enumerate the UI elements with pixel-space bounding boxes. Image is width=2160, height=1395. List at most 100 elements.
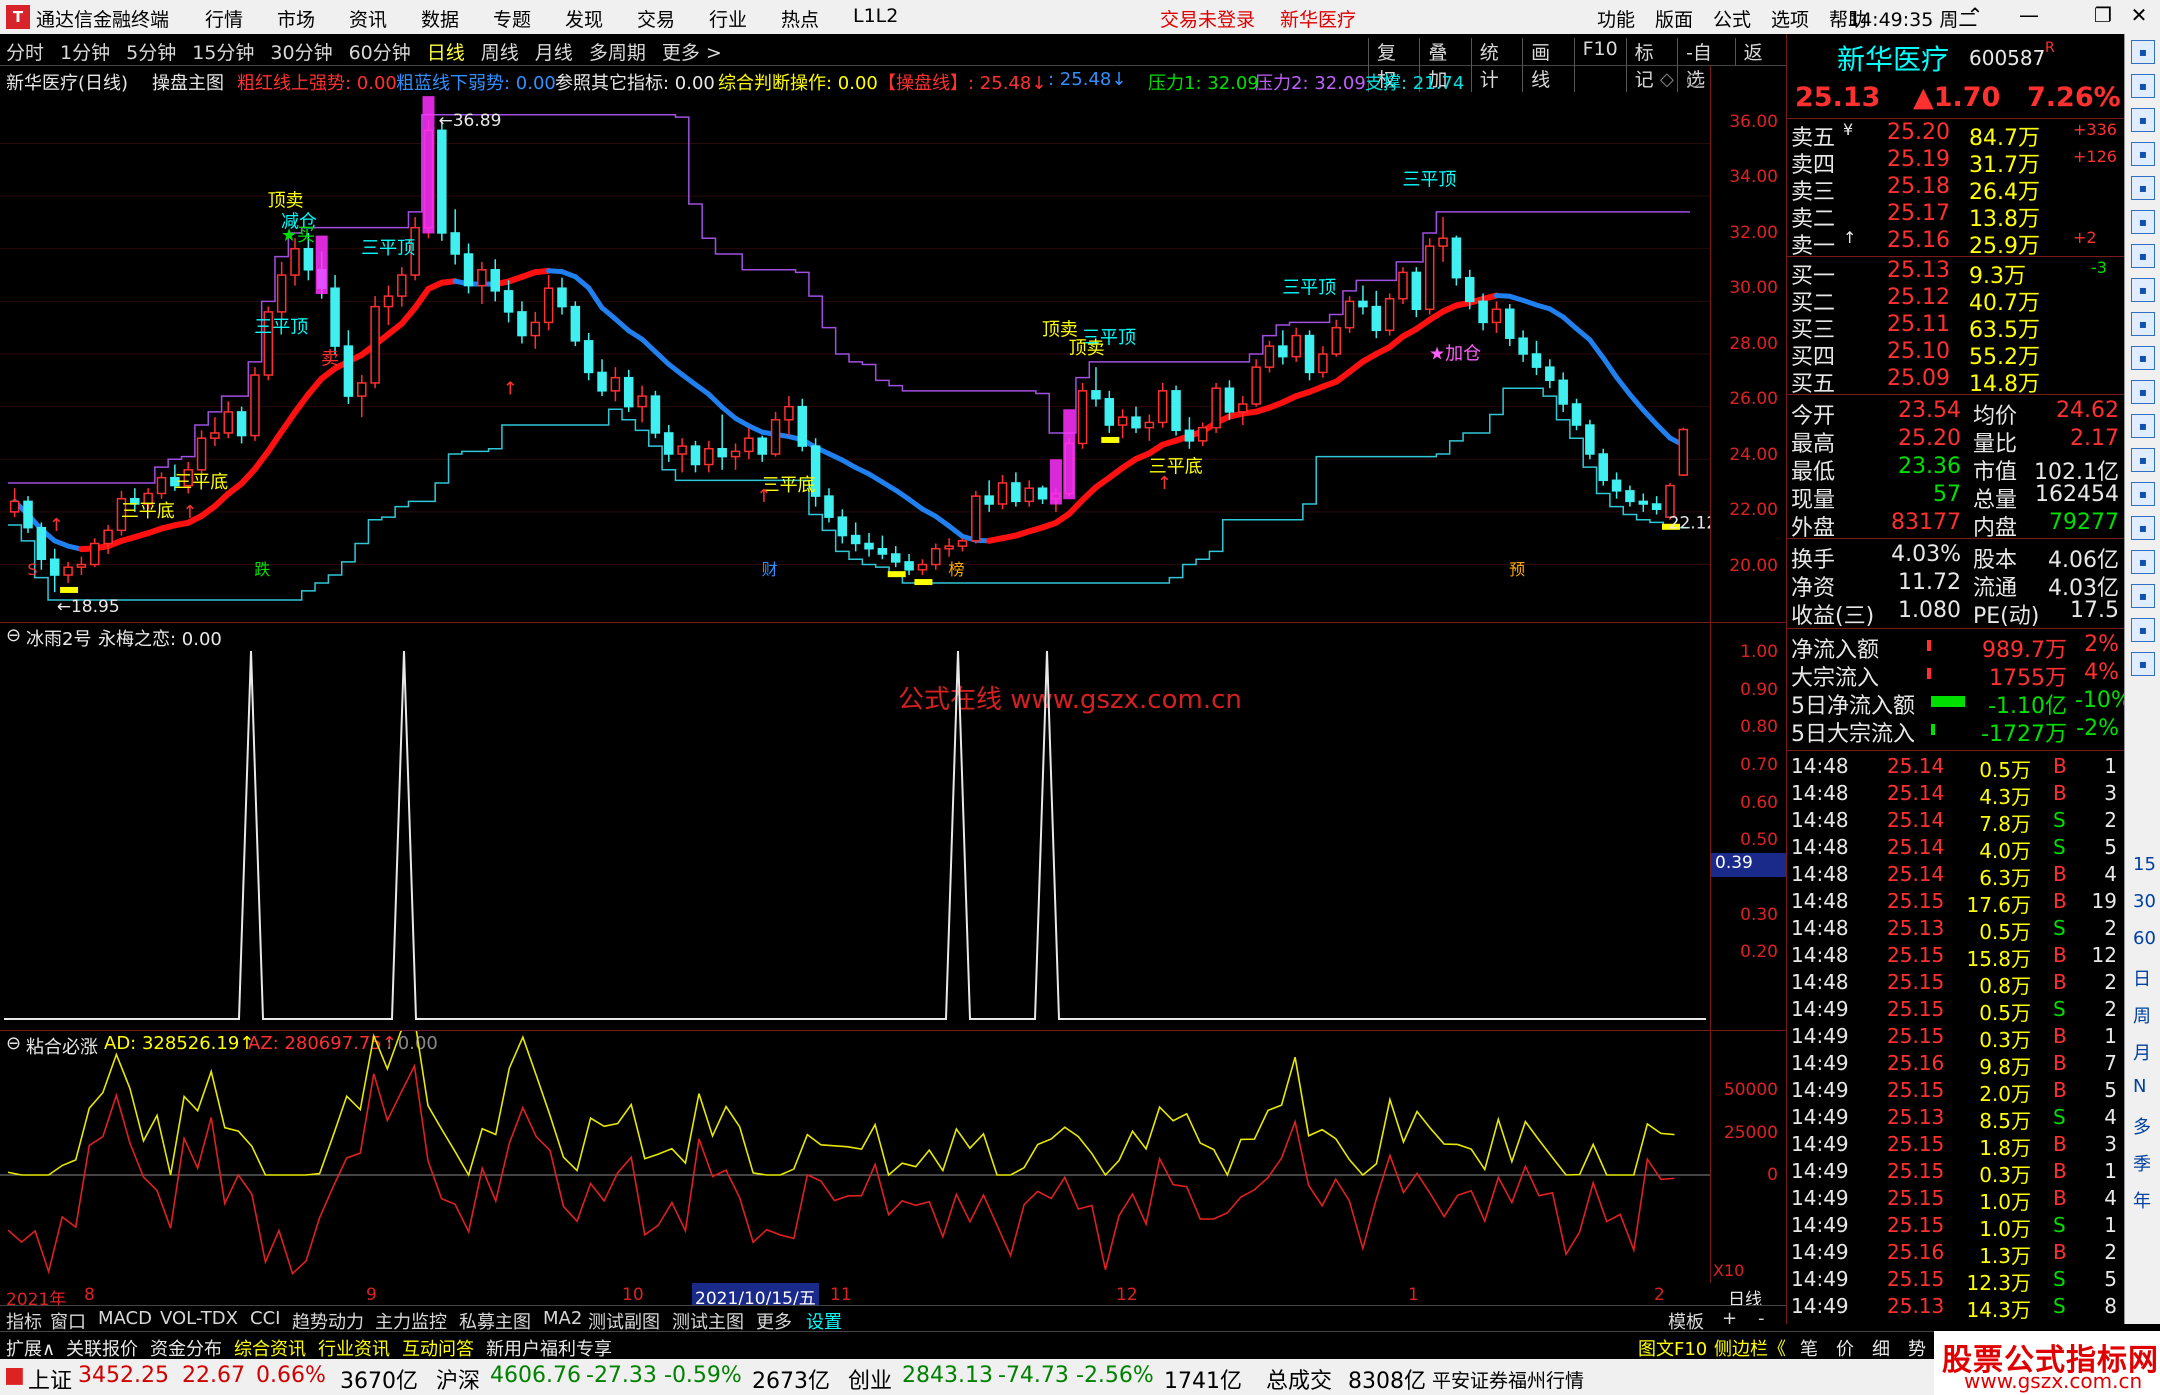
candle[interactable] bbox=[1491, 301, 1502, 333]
menu-l1l2[interactable]: L1L2 bbox=[853, 5, 925, 32]
ask-row[interactable]: 卖五 ¥25.20 84.7万 +336 bbox=[1791, 120, 2121, 151]
candle[interactable] bbox=[610, 367, 621, 402]
ask-row[interactable]: 卖四 25.19 31.7万 +126 bbox=[1791, 147, 2121, 178]
sidebar-period-label[interactable]: 周 bbox=[2133, 1002, 2151, 1028]
candle[interactable] bbox=[570, 301, 581, 347]
candle[interactable] bbox=[397, 267, 407, 307]
candle[interactable] bbox=[437, 122, 447, 241]
candle[interactable] bbox=[1011, 472, 1021, 507]
tick-row[interactable]: 14:49 25.15 2.0万 B 5 bbox=[1791, 1078, 2121, 1106]
candle[interactable] bbox=[23, 496, 33, 533]
tab-5min[interactable]: 5分钟 bbox=[126, 38, 176, 65]
candle[interactable] bbox=[49, 548, 60, 593]
tab-qa[interactable]: 互动问答 bbox=[402, 1335, 474, 1361]
candle[interactable] bbox=[1278, 330, 1288, 365]
candle[interactable] bbox=[76, 556, 87, 576]
zoom-out-icon[interactable]: ▪ bbox=[2131, 448, 2155, 472]
candle[interactable] bbox=[984, 480, 994, 512]
candle[interactable] bbox=[196, 430, 207, 476]
sh-name[interactable]: 上证 bbox=[28, 1363, 72, 1395]
candle[interactable] bbox=[103, 525, 113, 554]
candle[interactable] bbox=[1117, 409, 1128, 439]
candle[interactable] bbox=[744, 427, 754, 460]
candle[interactable] bbox=[917, 559, 928, 576]
menu-function[interactable]: 功能 bbox=[1597, 5, 1655, 32]
tab-intraday[interactable]: 分时 bbox=[6, 38, 44, 65]
candle[interactable] bbox=[490, 259, 501, 302]
tick-row[interactable]: 14:49 25.15 0.3万 B 1 bbox=[1791, 1024, 2121, 1052]
ask-row[interactable]: 卖二 25.17 13.8万 bbox=[1791, 201, 2121, 232]
candle[interactable] bbox=[1558, 372, 1568, 412]
candle[interactable] bbox=[1144, 414, 1155, 441]
tab-fund-distribution[interactable]: 资金分布 bbox=[150, 1335, 222, 1361]
tick-row[interactable]: 14:48 25.14 4.3万 B 3 bbox=[1791, 781, 2121, 809]
tab-more[interactable]: 更多 > bbox=[662, 38, 722, 65]
rsi-icon[interactable]: ▪ bbox=[2131, 516, 2155, 540]
candle[interactable] bbox=[730, 443, 741, 470]
candle[interactable] bbox=[330, 275, 340, 354]
candle[interactable] bbox=[1037, 485, 1048, 504]
candle[interactable] bbox=[824, 488, 834, 523]
close-icon[interactable]: ✕ bbox=[2122, 3, 2156, 31]
indicator-name[interactable]: 操盘主图 bbox=[152, 69, 224, 95]
tick-row[interactable]: 14:49 25.15 0.3万 B 1 bbox=[1791, 1159, 2121, 1187]
candle[interactable] bbox=[1678, 427, 1689, 477]
tab-tick[interactable]: 笔 bbox=[1800, 1335, 1818, 1361]
tab-related-quotes[interactable]: 关联报价 bbox=[66, 1335, 138, 1361]
settings-icon[interactable]: ▪ bbox=[2131, 210, 2155, 234]
menu-news[interactable]: 资讯 bbox=[349, 5, 421, 32]
tick-row[interactable]: 14:49 25.15 1.0万 S 1 bbox=[1791, 1213, 2121, 1241]
diamond-icon[interactable]: ◇ bbox=[1660, 69, 1674, 90]
candle[interactable] bbox=[1638, 493, 1649, 512]
candle[interactable] bbox=[450, 209, 460, 265]
candle[interactable] bbox=[1238, 396, 1248, 426]
zoom-in-icon[interactable]: ▪ bbox=[2131, 414, 2155, 438]
tab-expand[interactable]: 扩展∧ bbox=[6, 1335, 55, 1361]
candle[interactable] bbox=[770, 411, 781, 457]
tab-new-user[interactable]: 新用户福利专享 bbox=[486, 1335, 612, 1361]
candle[interactable] bbox=[690, 440, 701, 473]
minimize-icon[interactable]: — bbox=[2012, 3, 2046, 31]
tab-detail[interactable]: 细 bbox=[1872, 1335, 1890, 1361]
tab-f10[interactable]: 图文F10 bbox=[1638, 1335, 1707, 1361]
candle[interactable] bbox=[957, 538, 968, 552]
collapse-icon[interactable]: ○ bbox=[1686, 69, 1702, 90]
candle[interactable] bbox=[1104, 390, 1115, 433]
f10-icon[interactable]: ▪ bbox=[2131, 312, 2155, 336]
candle[interactable] bbox=[90, 538, 100, 568]
candle[interactable] bbox=[250, 367, 260, 441]
menu-industry[interactable]: 行业 bbox=[709, 5, 781, 32]
tab-sidebar[interactable]: 侧边栏《 bbox=[1714, 1335, 1786, 1361]
candle[interactable] bbox=[1424, 238, 1435, 315]
tick-row[interactable]: 14:48 25.14 0.5万 B 1 bbox=[1791, 754, 2121, 782]
menu-data[interactable]: 数据 bbox=[421, 5, 493, 32]
candle[interactable] bbox=[36, 522, 47, 570]
list-icon[interactable]: ▪ bbox=[2131, 346, 2155, 370]
candle[interactable] bbox=[864, 532, 874, 557]
candle[interactable] bbox=[1131, 406, 1141, 433]
tab-ma2[interactable]: MA2 bbox=[543, 1308, 582, 1329]
tab-1min[interactable]: 1分钟 bbox=[60, 38, 110, 65]
tab-15min[interactable]: 15分钟 bbox=[192, 38, 254, 65]
tick-row[interactable]: 14:49 25.13 8.5万 S 4 bbox=[1791, 1105, 2121, 1133]
menu-quotes[interactable]: 行情 bbox=[205, 5, 277, 32]
sidebar-period-label[interactable]: 多 bbox=[2133, 1113, 2151, 1139]
candle[interactable] bbox=[850, 522, 861, 552]
candle[interactable] bbox=[543, 275, 554, 331]
candle[interactable] bbox=[343, 330, 354, 404]
candle[interactable] bbox=[997, 475, 1008, 510]
bid-row[interactable]: 买四 25.10 55.2万 bbox=[1791, 339, 2121, 370]
candle[interactable] bbox=[1438, 217, 1448, 262]
candle[interactable] bbox=[530, 311, 541, 349]
back-arrow-icon[interactable]: ▪ bbox=[2131, 40, 2155, 64]
bid-row[interactable]: 买一 25.13 9.3万 -3 bbox=[1791, 258, 2121, 289]
tick-row[interactable]: 14:49 25.15 1.0万 B 4 bbox=[1791, 1186, 2121, 1214]
menu-hot[interactable]: 热点 bbox=[781, 5, 853, 32]
ask-row[interactable]: 卖三 25.18 26.4万 bbox=[1791, 174, 2121, 205]
tab-monthly[interactable]: 月线 bbox=[535, 38, 573, 65]
trade-login-link[interactable]: 交易未登录 bbox=[1160, 5, 1255, 32]
tick-row[interactable]: 14:49 25.15 1.8万 B 3 bbox=[1791, 1132, 2121, 1160]
tick-row[interactable]: 14:49 25.13 14.3万 S 8 bbox=[1791, 1294, 2121, 1322]
chevron-up-icon[interactable]: ⌃ bbox=[1958, 3, 1992, 31]
candle[interactable] bbox=[1024, 480, 1034, 507]
